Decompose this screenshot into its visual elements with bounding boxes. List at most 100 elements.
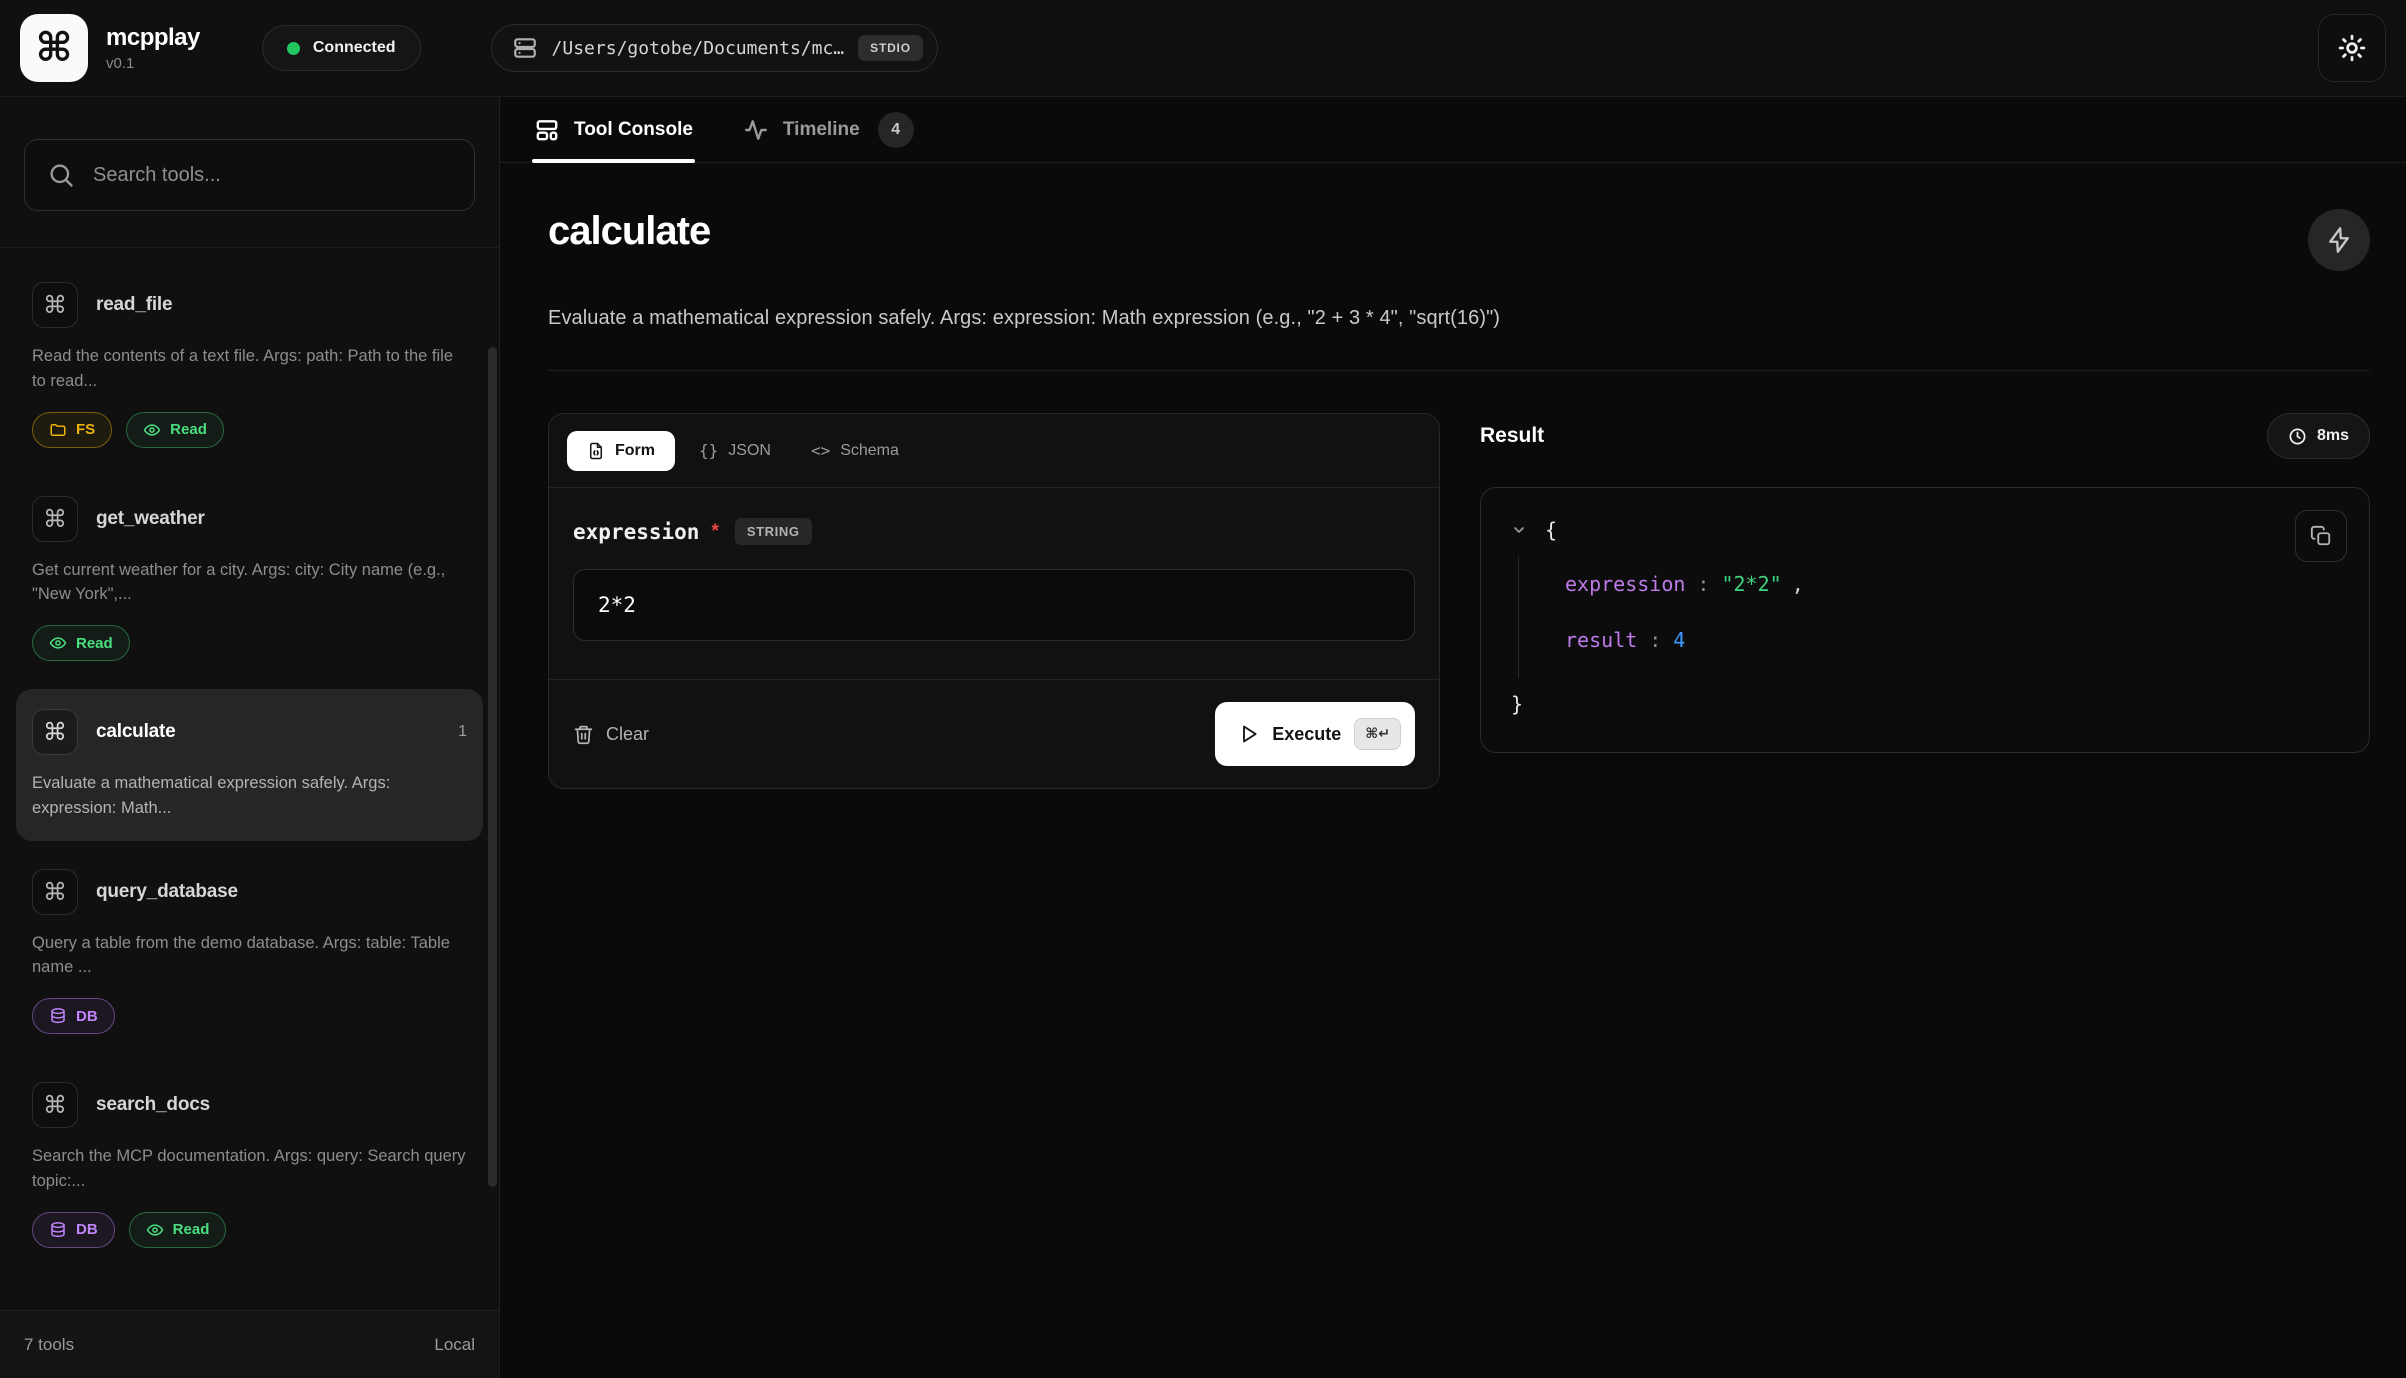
tab-form[interactable]: Form <box>567 431 675 471</box>
tab-tool-console[interactable]: Tool Console <box>532 97 695 162</box>
duration-badge: 8ms <box>2267 413 2370 459</box>
badge-read: Read <box>129 1212 227 1248</box>
json-root-row: { <box>1511 518 2339 542</box>
tool-description: Query a table from the demo database. Ar… <box>32 931 467 981</box>
form-tabbar: Form {} JSON <> Schema <box>549 414 1439 488</box>
theme-toggle-button[interactable] <box>2318 14 2386 82</box>
chevron-down-icon[interactable] <box>1511 522 1527 538</box>
status-label: Connected <box>313 39 396 57</box>
tab-label: JSON <box>728 442 771 460</box>
clear-label: Clear <box>606 724 649 745</box>
tool-name: query_database <box>96 881 238 903</box>
main-tabbar: Tool Console Timeline 4 <box>500 97 2406 163</box>
search-input[interactable] <box>93 164 452 187</box>
top-header: ⌘ mcpplay v0.1 Connected /Users/gotobe/D… <box>0 0 2406 97</box>
body-row: ⌘ read_file Read the contents of a text … <box>0 97 2406 1378</box>
badge-fs: FS <box>32 412 112 448</box>
tool-run-count: 1 <box>458 723 467 741</box>
layout-panels-icon <box>534 117 560 143</box>
play-icon <box>1239 724 1259 744</box>
command-icon: ⌘ <box>32 869 78 915</box>
duration-label: 8ms <box>2317 427 2349 445</box>
form-card: Form {} JSON <> Schema <box>548 413 1440 789</box>
expression-input[interactable] <box>573 569 1415 641</box>
command-icon: ⌘ <box>32 709 78 755</box>
run-quick-button[interactable] <box>2308 209 2370 271</box>
tool-description: Search the MCP documentation. Args: quer… <box>32 1144 467 1194</box>
code-icon: <> <box>811 441 830 460</box>
result-json-viewer: { expression:"2*2", result:4 } <box>1480 487 2370 753</box>
activity-icon <box>743 117 769 143</box>
folder-icon <box>49 421 67 439</box>
status-dot-icon <box>287 42 300 55</box>
result-panel: Result 8ms <box>1480 413 2370 753</box>
tool-name: read_file <box>96 294 172 316</box>
server-icon <box>512 35 538 61</box>
copy-button[interactable] <box>2295 510 2347 562</box>
search-section <box>0 97 499 248</box>
tool-head: ⌘ query_database <box>32 869 467 915</box>
sidebar-item-search-docs[interactable]: ⌘ search_docs Search the MCP documentati… <box>16 1062 483 1268</box>
divider <box>548 370 2370 371</box>
tool-name: calculate <box>96 721 176 743</box>
field-label-row: expression * STRING <box>573 518 1415 545</box>
sidebar-item-read-file[interactable]: ⌘ read_file Read the contents of a text … <box>16 262 483 468</box>
execute-button[interactable]: Execute ⌘↵ <box>1215 702 1415 766</box>
command-icon: ⌘ <box>32 496 78 542</box>
search-icon <box>47 161 75 189</box>
tool-description: Evaluate a mathematical expression safel… <box>548 307 2370 330</box>
page-title: calculate <box>548 209 710 254</box>
tab-schema[interactable]: <> Schema <box>795 430 915 471</box>
badge-read: Read <box>32 625 130 661</box>
transport-badge: STDIO <box>858 35 923 61</box>
tool-description: Evaluate a mathematical expression safel… <box>32 771 467 821</box>
tool-head: ⌘ search_docs <box>32 1082 467 1128</box>
sidebar-item-calculate[interactable]: ⌘ calculate 1 Evaluate a mathematical ex… <box>16 689 483 841</box>
json-colon: : <box>1649 628 1661 652</box>
tool-header: calculate <box>548 209 2370 271</box>
tool-count-label: 7 tools <box>24 1335 74 1355</box>
result-header: Result 8ms <box>1480 413 2370 459</box>
app-title: mcpplay <box>106 24 200 52</box>
sidebar-item-query-database[interactable]: ⌘ query_database Query a table from the … <box>16 849 483 1055</box>
json-children: expression:"2*2", result:4 <box>1518 556 2339 678</box>
tool-head: ⌘ get_weather <box>32 496 467 542</box>
database-icon <box>49 1221 67 1239</box>
file-json-icon <box>587 442 605 460</box>
eye-icon <box>146 1221 164 1239</box>
required-marker: * <box>711 521 718 543</box>
close-brace: } <box>1511 692 2339 716</box>
field-type-badge: STRING <box>735 518 812 545</box>
trash-icon <box>573 724 594 745</box>
clear-button[interactable]: Clear <box>573 724 649 745</box>
server-path-selector[interactable]: /Users/gotobe/Documents/mc… STDIO <box>491 24 938 72</box>
clock-icon <box>2288 427 2307 446</box>
json-row-result: result:4 <box>1565 628 2339 652</box>
json-number-value: 4 <box>1673 628 1685 652</box>
app-window: ⌘ mcpplay v0.1 Connected /Users/gotobe/D… <box>0 0 2406 1378</box>
tool-name: get_weather <box>96 508 205 530</box>
app-logo: ⌘ <box>20 14 88 82</box>
app-identity: mcpplay v0.1 <box>106 24 200 72</box>
sidebar-item-get-weather[interactable]: ⌘ get_weather Get current weather for a … <box>16 476 483 682</box>
form-footer: Clear Execute ⌘↵ <box>549 679 1439 788</box>
result-title: Result <box>1480 424 1544 448</box>
form-body: expression * STRING <box>549 488 1439 679</box>
main-panel: Tool Console Timeline 4 calculate <box>500 97 2406 1378</box>
badge-db: DB <box>32 1212 115 1248</box>
shortcut-badge: ⌘↵ <box>1354 718 1401 750</box>
source-label: Local <box>434 1335 475 1355</box>
sun-icon <box>2337 33 2367 63</box>
tab-label: Form <box>615 442 655 460</box>
panels: Form {} JSON <> Schema <box>548 413 2370 789</box>
open-brace: { <box>1545 518 1557 542</box>
sidebar-scrollbar[interactable] <box>488 347 497 1187</box>
eye-icon <box>49 634 67 652</box>
database-icon <box>49 1007 67 1025</box>
sidebar: ⌘ read_file Read the contents of a text … <box>0 97 500 1378</box>
tab-timeline[interactable]: Timeline 4 <box>741 97 916 162</box>
tab-label: Schema <box>840 442 899 460</box>
tab-json[interactable]: {} JSON <box>683 430 787 471</box>
badge-db: DB <box>32 998 115 1034</box>
json-comma: , <box>1792 572 1804 596</box>
